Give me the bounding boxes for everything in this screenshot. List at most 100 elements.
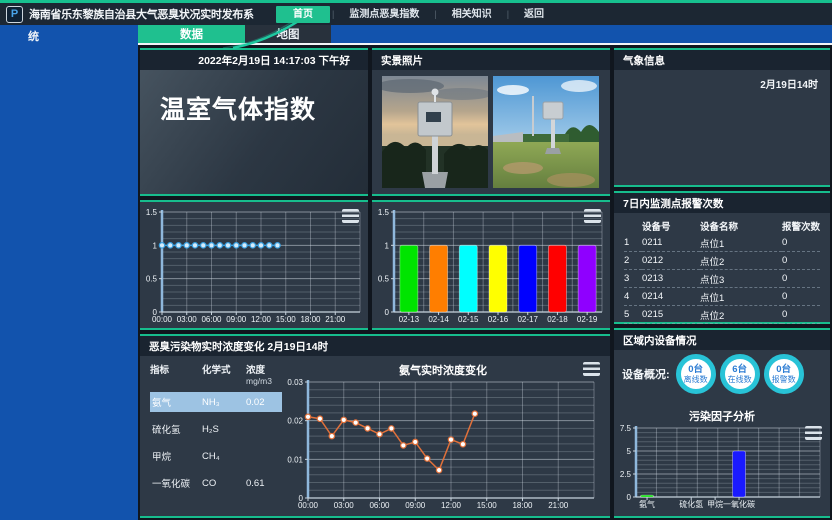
nav-item[interactable]: 监测点恶臭指数: [336, 6, 432, 23]
table-row: 40214点位10: [624, 288, 820, 306]
app-title: 海南省乐东黎族自治县大气恶臭状况实时发布系: [29, 6, 254, 22]
list-item: 甲烷CH₄: [150, 446, 282, 466]
odor-table-header: 指标 化学式 浓度mg/m3: [150, 362, 282, 386]
nav-item[interactable]: 返回: [511, 6, 557, 23]
svg-text:1: 1: [153, 241, 158, 250]
svg-text:02-19: 02-19: [577, 315, 598, 324]
photos-panel-title: 实景照片: [372, 50, 610, 70]
svg-text:1: 1: [385, 241, 390, 250]
alarm-panel: 7日内监测点报警次数 设备号 设备名称 报警次数 10211点位1020212点…: [614, 191, 830, 324]
svg-text:02-14: 02-14: [428, 315, 449, 324]
svg-text:02-17: 02-17: [517, 315, 538, 324]
app-title-wrap: 统: [28, 28, 39, 44]
svg-text:06:00: 06:00: [201, 315, 222, 324]
app-logo-icon: P: [6, 6, 23, 23]
list-item: 氨气NH₃0.02: [150, 392, 282, 412]
subbar: [0, 25, 832, 45]
svg-text:00:00: 00:00: [152, 315, 173, 324]
chart-menu-icon[interactable]: [583, 362, 600, 376]
table-row: 20212点位20: [624, 252, 820, 270]
svg-text:硫化氢: 硫化氢: [679, 499, 703, 509]
devices-panel-title: 区域内设备情况: [614, 330, 830, 350]
greenhouse-body: 温室气体指数: [140, 70, 368, 194]
svg-text:03:00: 03:00: [334, 501, 355, 510]
devices-panel: 区域内设备情况 设备概况: 0台离线数6台在线数0台报警数 污染因子分析 0 2.…: [614, 328, 830, 518]
svg-text:15:00: 15:00: [477, 501, 498, 510]
greenhouse-panel: 2022年2月19日 14:17:03 下午好 温室气体指数: [140, 48, 368, 196]
svg-text:0.03: 0.03: [287, 378, 303, 387]
svg-text:02-15: 02-15: [458, 315, 479, 324]
svg-text:0.01: 0.01: [287, 455, 303, 464]
svg-text:00:00: 00:00: [298, 501, 319, 510]
nav-item[interactable]: 相关知识: [439, 6, 505, 23]
greenhouse-title: 温室气体指数: [160, 90, 368, 126]
svg-text:甲烷: 甲烷: [707, 499, 723, 509]
tab-inactive[interactable]: 地图: [245, 25, 331, 45]
tab-active[interactable]: 数据: [138, 25, 245, 45]
device-overview-label: 设备概况:: [622, 366, 670, 382]
chart-menu-icon[interactable]: [805, 426, 822, 440]
svg-text:0: 0: [627, 493, 632, 502]
photo-field-station: [493, 76, 599, 188]
odor-table-body: 氨气NH₃0.02 硫化氢H₂S 甲烷CH₄ 一氧化碳CO0.61: [150, 392, 282, 493]
view-tabs: 数据地图: [138, 25, 331, 45]
device-stat-circle: 6台在线数: [720, 354, 760, 394]
list-item: 硫化氢H₂S: [150, 419, 282, 439]
ammonia-chart: 00.010.020.0300:0003:0006:0009:0012:0015…: [282, 378, 604, 514]
main-nav: 首页|监测点恶臭指数|相关知识|返回: [276, 3, 557, 25]
device-stats: 0台离线数6台在线数0台报警数: [676, 354, 804, 394]
list-item: 一氧化碳CO0.61: [150, 473, 282, 493]
alarm-table-body: 10211点位1020212点位2030213点位3040214点位105021…: [624, 234, 820, 342]
alarm-table-header: 设备号 设备名称 报警次数: [624, 218, 820, 234]
weather-panel: 气象信息 2月19日14时: [614, 48, 830, 187]
photo-sunset-station: [382, 76, 488, 188]
svg-text:02-18: 02-18: [547, 315, 568, 324]
odor-panel: 恶臭污染物实时浓度变化 2月19日14时 指标 化学式 浓度mg/m3 氨气NH…: [140, 334, 610, 518]
sidebar: [0, 45, 138, 520]
svg-text:2.5: 2.5: [620, 470, 632, 479]
svg-text:7.5: 7.5: [620, 424, 632, 433]
dashboard-root: P 海南省乐东黎族自治县大气恶臭状况实时发布系 首页|监测点恶臭指数|相关知识|…: [0, 0, 832, 520]
svg-text:0.5: 0.5: [378, 275, 390, 284]
table-row: 50215点位20: [624, 306, 820, 324]
device-stat-circle: 0台报警数: [764, 354, 804, 394]
chart-menu-icon[interactable]: [342, 209, 359, 223]
svg-text:21:00: 21:00: [325, 315, 346, 324]
svg-text:02-13: 02-13: [399, 315, 420, 324]
svg-text:1.5: 1.5: [146, 208, 158, 217]
svg-text:09:00: 09:00: [226, 315, 247, 324]
svg-text:氨气: 氨气: [639, 499, 655, 509]
photos-panel: 实景照片: [372, 48, 610, 196]
svg-text:一氧化碳: 一氧化碳: [723, 499, 755, 509]
pollution-factor-chart: 0 2.5 5 7.5 氨气 硫化氢甲烷一氧化碳: [616, 424, 826, 510]
svg-text:18:00: 18:00: [300, 315, 321, 324]
svg-text:12:00: 12:00: [441, 501, 462, 510]
svg-text:0.5: 0.5: [146, 275, 158, 284]
nav-item[interactable]: 首页: [276, 6, 330, 23]
odor-table: 指标 化学式 浓度mg/m3 氨气NH₃0.02 硫化氢H₂S 甲烷CH₄ 一氧化碳C…: [150, 362, 282, 500]
alarm-table: 设备号 设备名称 报警次数 10211点位1020212点位2030213点位3…: [624, 218, 820, 342]
svg-text:1.5: 1.5: [378, 208, 390, 217]
chart-menu-icon[interactable]: [584, 209, 601, 223]
svg-text:0.02: 0.02: [287, 417, 303, 426]
factor-chart-title: 污染因子分析: [614, 408, 830, 424]
weather-panel-title: 气象信息: [614, 50, 830, 70]
daily-index-panel: 0 0.5 1 1.5 02-13 02-14 02-15 02-16 02-17 02-18 02…: [372, 200, 610, 330]
svg-text:02-16: 02-16: [488, 315, 509, 324]
svg-text:06:00: 06:00: [369, 501, 390, 510]
alarm-panel-title: 7日内监测点报警次数: [614, 193, 830, 213]
device-stat-circle: 0台离线数: [676, 354, 716, 394]
table-row: 10211点位10: [624, 234, 820, 252]
svg-text:09:00: 09:00: [405, 501, 426, 510]
svg-text:5: 5: [627, 447, 632, 456]
topbar: P 海南省乐东黎族自治县大气恶臭状况实时发布系 首页|监测点恶臭指数|相关知识|…: [0, 3, 832, 25]
odor-panel-title: 恶臭污染物实时浓度变化 2月19日14时: [140, 336, 610, 356]
device-overview-row: 设备概况: 0台离线数6台在线数0台报警数: [614, 354, 830, 394]
ammonia-chart-title: 氨气实时浓度变化: [282, 362, 604, 378]
svg-text:0: 0: [385, 308, 390, 317]
greenhouse-index-chart: 00.511.500:0003:0006:0009:0012:0015:0018…: [140, 202, 368, 328]
datetime-bar: 2022年2月19日 14:17:03 下午好: [140, 50, 368, 70]
svg-text:12:00: 12:00: [251, 315, 272, 324]
greenhouse-chart-panel: 00.511.500:0003:0006:0009:0012:0015:0018…: [140, 200, 368, 330]
svg-text:21:00: 21:00: [548, 501, 569, 510]
